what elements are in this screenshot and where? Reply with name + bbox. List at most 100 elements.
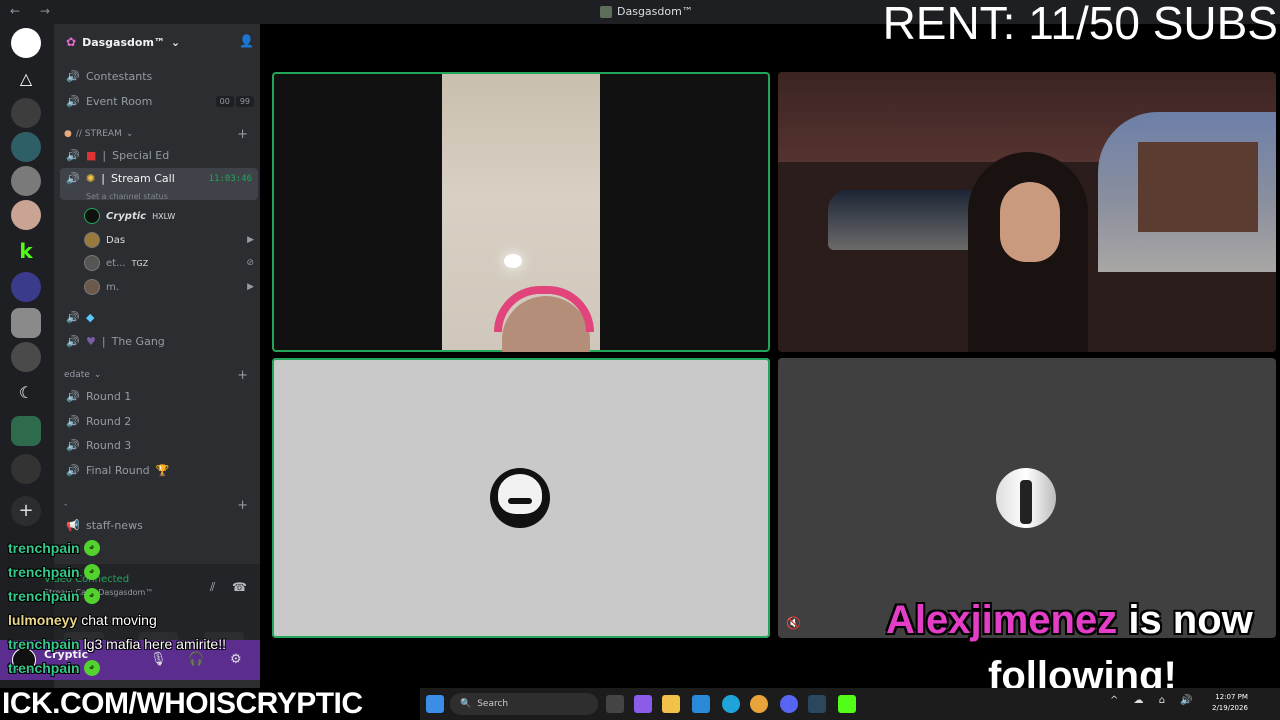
- triangle-icon[interactable]: △: [11, 64, 41, 94]
- channel-contestants[interactable]: 🔊 Contestants: [60, 65, 258, 87]
- server-folder[interactable]: [11, 416, 41, 446]
- voice-tile[interactable]: 🔇: [778, 358, 1276, 638]
- server-avatar[interactable]: [11, 200, 41, 230]
- channel-gem[interactable]: 🔊 ◆: [60, 306, 258, 328]
- server-avatar[interactable]: [11, 454, 41, 484]
- channel-label: The Gang: [111, 334, 165, 348]
- video-tile[interactable]: [272, 72, 770, 352]
- avatar: [996, 468, 1056, 528]
- server-avatar[interactable]: [11, 98, 41, 128]
- taskbar-clock[interactable]: 12:07 PM 2/19/2026: [1212, 692, 1248, 714]
- chevron-down-icon: ⌄: [125, 129, 134, 139]
- steam-icon[interactable]: [808, 695, 826, 713]
- moon-icon[interactable]: ☾: [11, 378, 41, 408]
- add-channel-icon[interactable]: +: [237, 498, 248, 513]
- speaker-icon: 🔊: [66, 69, 80, 83]
- speaker-live-icon: 🔊: [66, 172, 80, 185]
- chat-username: trenchpain: [8, 564, 80, 580]
- channel-final-round[interactable]: 🔊 Final Round 🏆: [60, 459, 258, 481]
- channel-round-1[interactable]: 🔊 Round 1: [60, 385, 258, 407]
- channel-staff-news[interactable]: 📢 staff-news: [60, 514, 258, 536]
- kick-icon[interactable]: k: [11, 236, 41, 266]
- follower-name: Alexjimenez: [886, 598, 1118, 642]
- channel-status-hint[interactable]: Set a channel status: [86, 192, 168, 201]
- member-name: Cryptic: [106, 210, 147, 222]
- taskbar-search[interactable]: 🔍 Search: [450, 693, 598, 715]
- chat-message: trenchpain lg3 mafia here amirite!!: [8, 632, 268, 656]
- screen: ← → Dasgasdom™ RENT: 11/50 SUBS △ k ☾ + …: [0, 0, 1280, 720]
- nav-arrows[interactable]: ← →: [10, 4, 58, 18]
- copilot-icon[interactable]: [634, 695, 652, 713]
- category-stream[interactable]: ● // STREAM ⌄ +: [64, 126, 254, 142]
- channel-event-room[interactable]: 🔊 Event Room 00 99: [60, 90, 258, 112]
- member-tag: HXLW: [152, 211, 176, 221]
- channel-round-3[interactable]: 🔊 Round 3: [60, 434, 258, 456]
- member-name: m.: [106, 281, 119, 293]
- server-avatar[interactable]: [11, 342, 41, 372]
- system-tray[interactable]: ^ ☁ ⌂ 🔊: [1110, 695, 1199, 706]
- avatar: [84, 279, 100, 295]
- kick-app-icon[interactable]: [838, 695, 856, 713]
- speaker-icon: 🔊: [66, 414, 80, 428]
- follow-text: is now: [1117, 598, 1253, 642]
- camera-feed: [442, 74, 600, 352]
- store-icon[interactable]: [692, 695, 710, 713]
- server-avatar[interactable]: [11, 166, 41, 196]
- speaker-icon: 🔊: [66, 94, 80, 108]
- voice-member[interactable]: Das ▶: [84, 229, 260, 251]
- server-avatar-panda[interactable]: [11, 28, 41, 58]
- emote-icon: ◕: [83, 540, 100, 556]
- add-channel-icon[interactable]: +: [237, 368, 248, 383]
- edge-icon[interactable]: [722, 695, 740, 713]
- channel-label: Event Room: [86, 94, 153, 108]
- server-avatar[interactable]: [11, 132, 41, 162]
- search-placeholder: Search: [477, 699, 509, 709]
- category-label: // STREAM: [75, 129, 122, 139]
- rent-overlay: RENT: 11/50 SUBS: [882, 0, 1278, 49]
- avatar: [84, 255, 100, 271]
- channel-url-banner: ICK.COM/WHOISCRYPTIC: [0, 688, 420, 720]
- category-label: -: [64, 500, 68, 510]
- guild-header[interactable]: ✿ Dasgasdom™ ⌄ 👤: [54, 24, 260, 60]
- member-tag: TGZ: [131, 258, 149, 268]
- channel-special-ed[interactable]: 🔊 ■ | Special Ed: [60, 144, 258, 166]
- category-edate[interactable]: edate ⌄ +: [64, 367, 254, 383]
- voice-member[interactable]: Cryptic HXLW: [84, 205, 260, 227]
- server-icon: [600, 5, 612, 18]
- channel-label: Stream Call: [110, 172, 175, 185]
- server-avatar[interactable]: [11, 308, 41, 338]
- chat-message: trenchpain ◕: [8, 560, 268, 584]
- heart-icon: ♥: [86, 334, 96, 348]
- channel-label: Round 2: [86, 414, 132, 428]
- trophy-icon: 🏆: [155, 463, 170, 477]
- category-misc[interactable]: - +: [64, 497, 254, 513]
- window-title-text: Dasgasdom™: [617, 5, 693, 18]
- invite-icon[interactable]: 👤: [239, 34, 254, 48]
- flower-icon: ✿: [66, 35, 77, 49]
- channel-label: Final Round: [86, 463, 150, 477]
- stream-chat-overlay: trenchpain ◕ trenchpain ◕ trenchpain ◕ l…: [8, 536, 268, 680]
- chat-message: lulmoneyy chat moving: [8, 608, 268, 632]
- cookie-icon: ●: [64, 129, 72, 139]
- voice-tile[interactable]: [272, 358, 770, 638]
- headphones-graphic: [494, 286, 594, 332]
- category-label: edate: [64, 370, 90, 380]
- file-explorer-icon[interactable]: [662, 695, 680, 713]
- chat-username: trenchpain: [8, 588, 80, 604]
- announcement-icon: 📢: [66, 518, 80, 532]
- windows-start-icon[interactable]: [426, 695, 444, 713]
- voice-member[interactable]: m. ▶: [84, 276, 260, 298]
- emote-icon: ◕: [83, 660, 100, 676]
- channel-round-2[interactable]: 🔊 Round 2: [60, 410, 258, 432]
- chat-message: trenchpain ◕: [8, 584, 268, 608]
- add-server-icon[interactable]: +: [11, 496, 41, 526]
- channel-the-gang[interactable]: 🔊 ♥ | The Gang: [60, 330, 258, 352]
- speaker-icon: 🔊: [66, 438, 80, 452]
- add-channel-icon[interactable]: +: [237, 127, 248, 142]
- discord-icon[interactable]: [780, 695, 798, 713]
- voice-member[interactable]: et... TGZ ⊘: [84, 252, 260, 274]
- chrome-icon[interactable]: [750, 695, 768, 713]
- task-view-icon[interactable]: [606, 695, 624, 713]
- server-avatar[interactable]: [11, 272, 41, 302]
- video-tile[interactable]: [778, 72, 1276, 352]
